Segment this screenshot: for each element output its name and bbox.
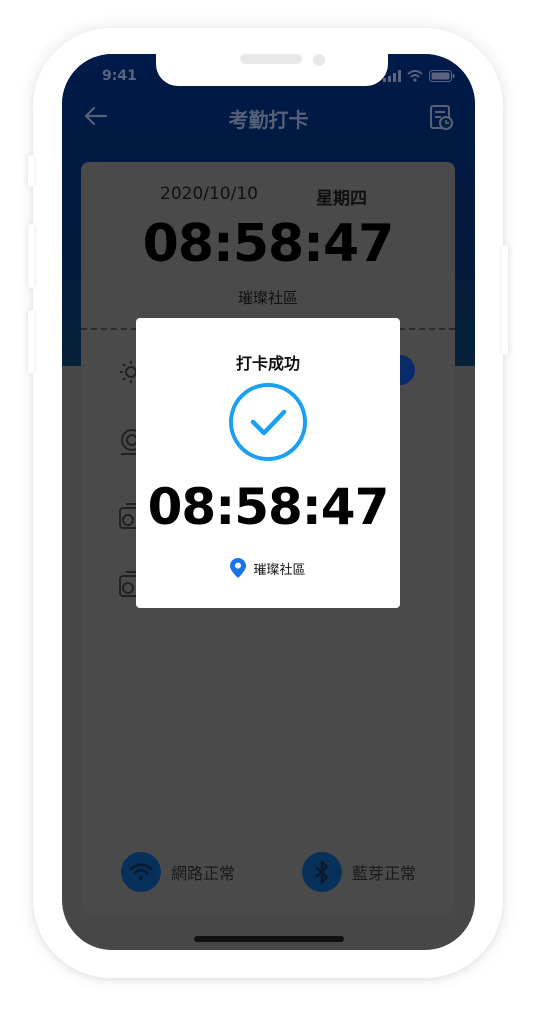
- card-date: 2020/10/10: [160, 184, 258, 204]
- status-icons: [383, 70, 455, 82]
- dialog-location: 璀璨社區: [136, 558, 400, 578]
- bluetooth-icon: [315, 860, 329, 884]
- card-weekday: 星期四: [316, 189, 367, 209]
- bluetooth-status-badge: [302, 852, 342, 892]
- attendance-history-icon[interactable]: [429, 104, 455, 132]
- page-title: 考勤打卡: [228, 108, 309, 132]
- home-indicator[interactable]: [194, 936, 344, 942]
- status-time: 9:41: [102, 68, 137, 84]
- wifi-icon: [407, 70, 423, 82]
- speaker: [240, 54, 302, 64]
- location-pin-icon: [230, 558, 247, 578]
- wifi-icon: [129, 863, 153, 881]
- side-button-power: [502, 245, 508, 355]
- dialog-title: 打卡成功: [235, 354, 300, 373]
- dialog-location-text: 璀璨社區: [253, 562, 306, 578]
- battery-icon: [429, 70, 455, 82]
- bluetooth-status: 藍芽正常: [302, 852, 416, 892]
- success-dialog[interactable]: 打卡成功 08:58:47 璀璨社區: [136, 318, 400, 608]
- network-status-label: 網路正常: [171, 864, 236, 883]
- network-status: 網路正常: [121, 852, 235, 892]
- check-circle-icon: [229, 383, 307, 461]
- side-button-mute: [28, 155, 34, 187]
- dialog-clock-time: 08:58:47: [147, 478, 390, 536]
- side-button-volume-up: [28, 224, 34, 288]
- network-status-badge: [121, 852, 161, 892]
- card-location: 璀璨社區: [237, 289, 298, 307]
- camera: [313, 54, 325, 66]
- bluetooth-status-label: 藍芽正常: [352, 864, 417, 883]
- side-button-volume-down: [28, 310, 34, 374]
- card-clock: 08:58:47: [142, 214, 395, 274]
